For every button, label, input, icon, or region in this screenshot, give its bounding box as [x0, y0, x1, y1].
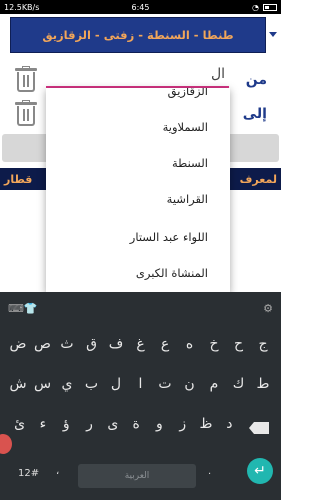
key[interactable]: ع: [153, 336, 177, 352]
key[interactable]: ج: [251, 336, 275, 352]
clock: 6:45: [131, 2, 150, 12]
key[interactable]: ر: [78, 416, 101, 432]
key[interactable]: ي: [55, 376, 79, 392]
key[interactable]: ض: [6, 336, 30, 352]
info-bar-left-text: قطار: [4, 172, 33, 186]
key[interactable]: ؤ: [55, 416, 78, 432]
suggestion-popup: الزقازيق السملاوية السنطة القراشية اللوا…: [46, 88, 230, 293]
key[interactable]: ز: [171, 416, 194, 432]
chevron-down-icon[interactable]: [269, 32, 277, 37]
suggestion-item[interactable]: اللواء عبد الستار: [130, 230, 208, 244]
key[interactable]: ص: [31, 336, 55, 352]
wifi-icon: ◔: [252, 2, 259, 12]
key[interactable]: ت: [153, 376, 177, 392]
info-bar-right-text: لمعرف: [239, 172, 277, 186]
key[interactable]: ح: [227, 336, 251, 352]
key[interactable]: ف: [104, 336, 128, 352]
keyboard-row-3: ئ ء ؤ ر ى ة و ز ظ د: [0, 416, 281, 432]
from-input[interactable]: ال: [211, 66, 225, 82]
app-bar: طنطا - السنطة - زفتى - الزقازيق: [0, 14, 281, 58]
soft-keyboard: ⌨ 👕 ⚙ ض ص ث ق ف غ ع ه خ ح ج ش س ي ب ل ا …: [0, 292, 281, 500]
key[interactable]: د: [218, 416, 241, 432]
record-badge: [0, 434, 12, 454]
status-right: ◔: [252, 3, 277, 12]
key[interactable]: ش: [6, 376, 30, 392]
keyboard-toolbar: ⌨ 👕 ⚙: [0, 292, 281, 324]
enter-icon[interactable]: ↵: [247, 458, 273, 484]
battery-icon: [263, 3, 277, 11]
trash-icon[interactable]: [14, 100, 38, 128]
key[interactable]: ه: [178, 336, 202, 352]
key[interactable]: ة: [124, 416, 147, 432]
comma-key[interactable]: ،: [56, 466, 59, 477]
keyboard-icon[interactable]: ⌨: [8, 302, 24, 315]
key[interactable]: و: [148, 416, 171, 432]
suggestion-item[interactable]: المنشاة الكبرى: [136, 266, 208, 280]
suggestion-item[interactable]: الزقازيق: [168, 88, 208, 98]
key[interactable]: ب: [80, 376, 104, 392]
key[interactable]: ئ: [8, 416, 31, 432]
key[interactable]: خ: [202, 336, 226, 352]
key[interactable]: ى: [101, 416, 124, 432]
key[interactable]: ط: [251, 376, 275, 392]
shirt-icon[interactable]: 👕: [24, 302, 38, 315]
symbols-key[interactable]: 12#: [18, 468, 39, 479]
settings-icon[interactable]: ⚙: [263, 302, 273, 315]
key[interactable]: ء: [31, 416, 54, 432]
key[interactable]: ظ: [194, 416, 217, 432]
route-title[interactable]: طنطا - السنطة - زفتى - الزقازيق: [10, 17, 266, 53]
keyboard-row-1: ض ص ث ق ف غ ع ه خ ح ج: [0, 336, 281, 352]
suggestion-item[interactable]: القراشية: [167, 192, 208, 206]
keyboard-bottom-row: 12# ، العربية . ↵: [0, 458, 281, 494]
key[interactable]: غ: [129, 336, 153, 352]
key[interactable]: ث: [55, 336, 79, 352]
key[interactable]: ك: [227, 376, 251, 392]
suggestion-item[interactable]: السملاوية: [163, 120, 208, 134]
trash-icon[interactable]: [14, 66, 38, 94]
key[interactable]: ق: [80, 336, 104, 352]
key[interactable]: م: [202, 376, 226, 392]
key[interactable]: س: [31, 376, 55, 392]
key[interactable]: ل: [104, 376, 128, 392]
suggestion-item[interactable]: السنطة: [172, 156, 208, 170]
key[interactable]: ا: [129, 376, 153, 392]
from-label: من: [245, 72, 267, 88]
space-key[interactable]: العربية: [78, 464, 196, 488]
period-key[interactable]: .: [208, 466, 211, 477]
key[interactable]: ن: [178, 376, 202, 392]
keyboard-row-2: ش س ي ب ل ا ت ن م ك ط: [0, 376, 281, 392]
to-label: إلى: [242, 106, 267, 122]
status-bar: 12.5KB/s 6:45 ◔: [0, 0, 281, 14]
